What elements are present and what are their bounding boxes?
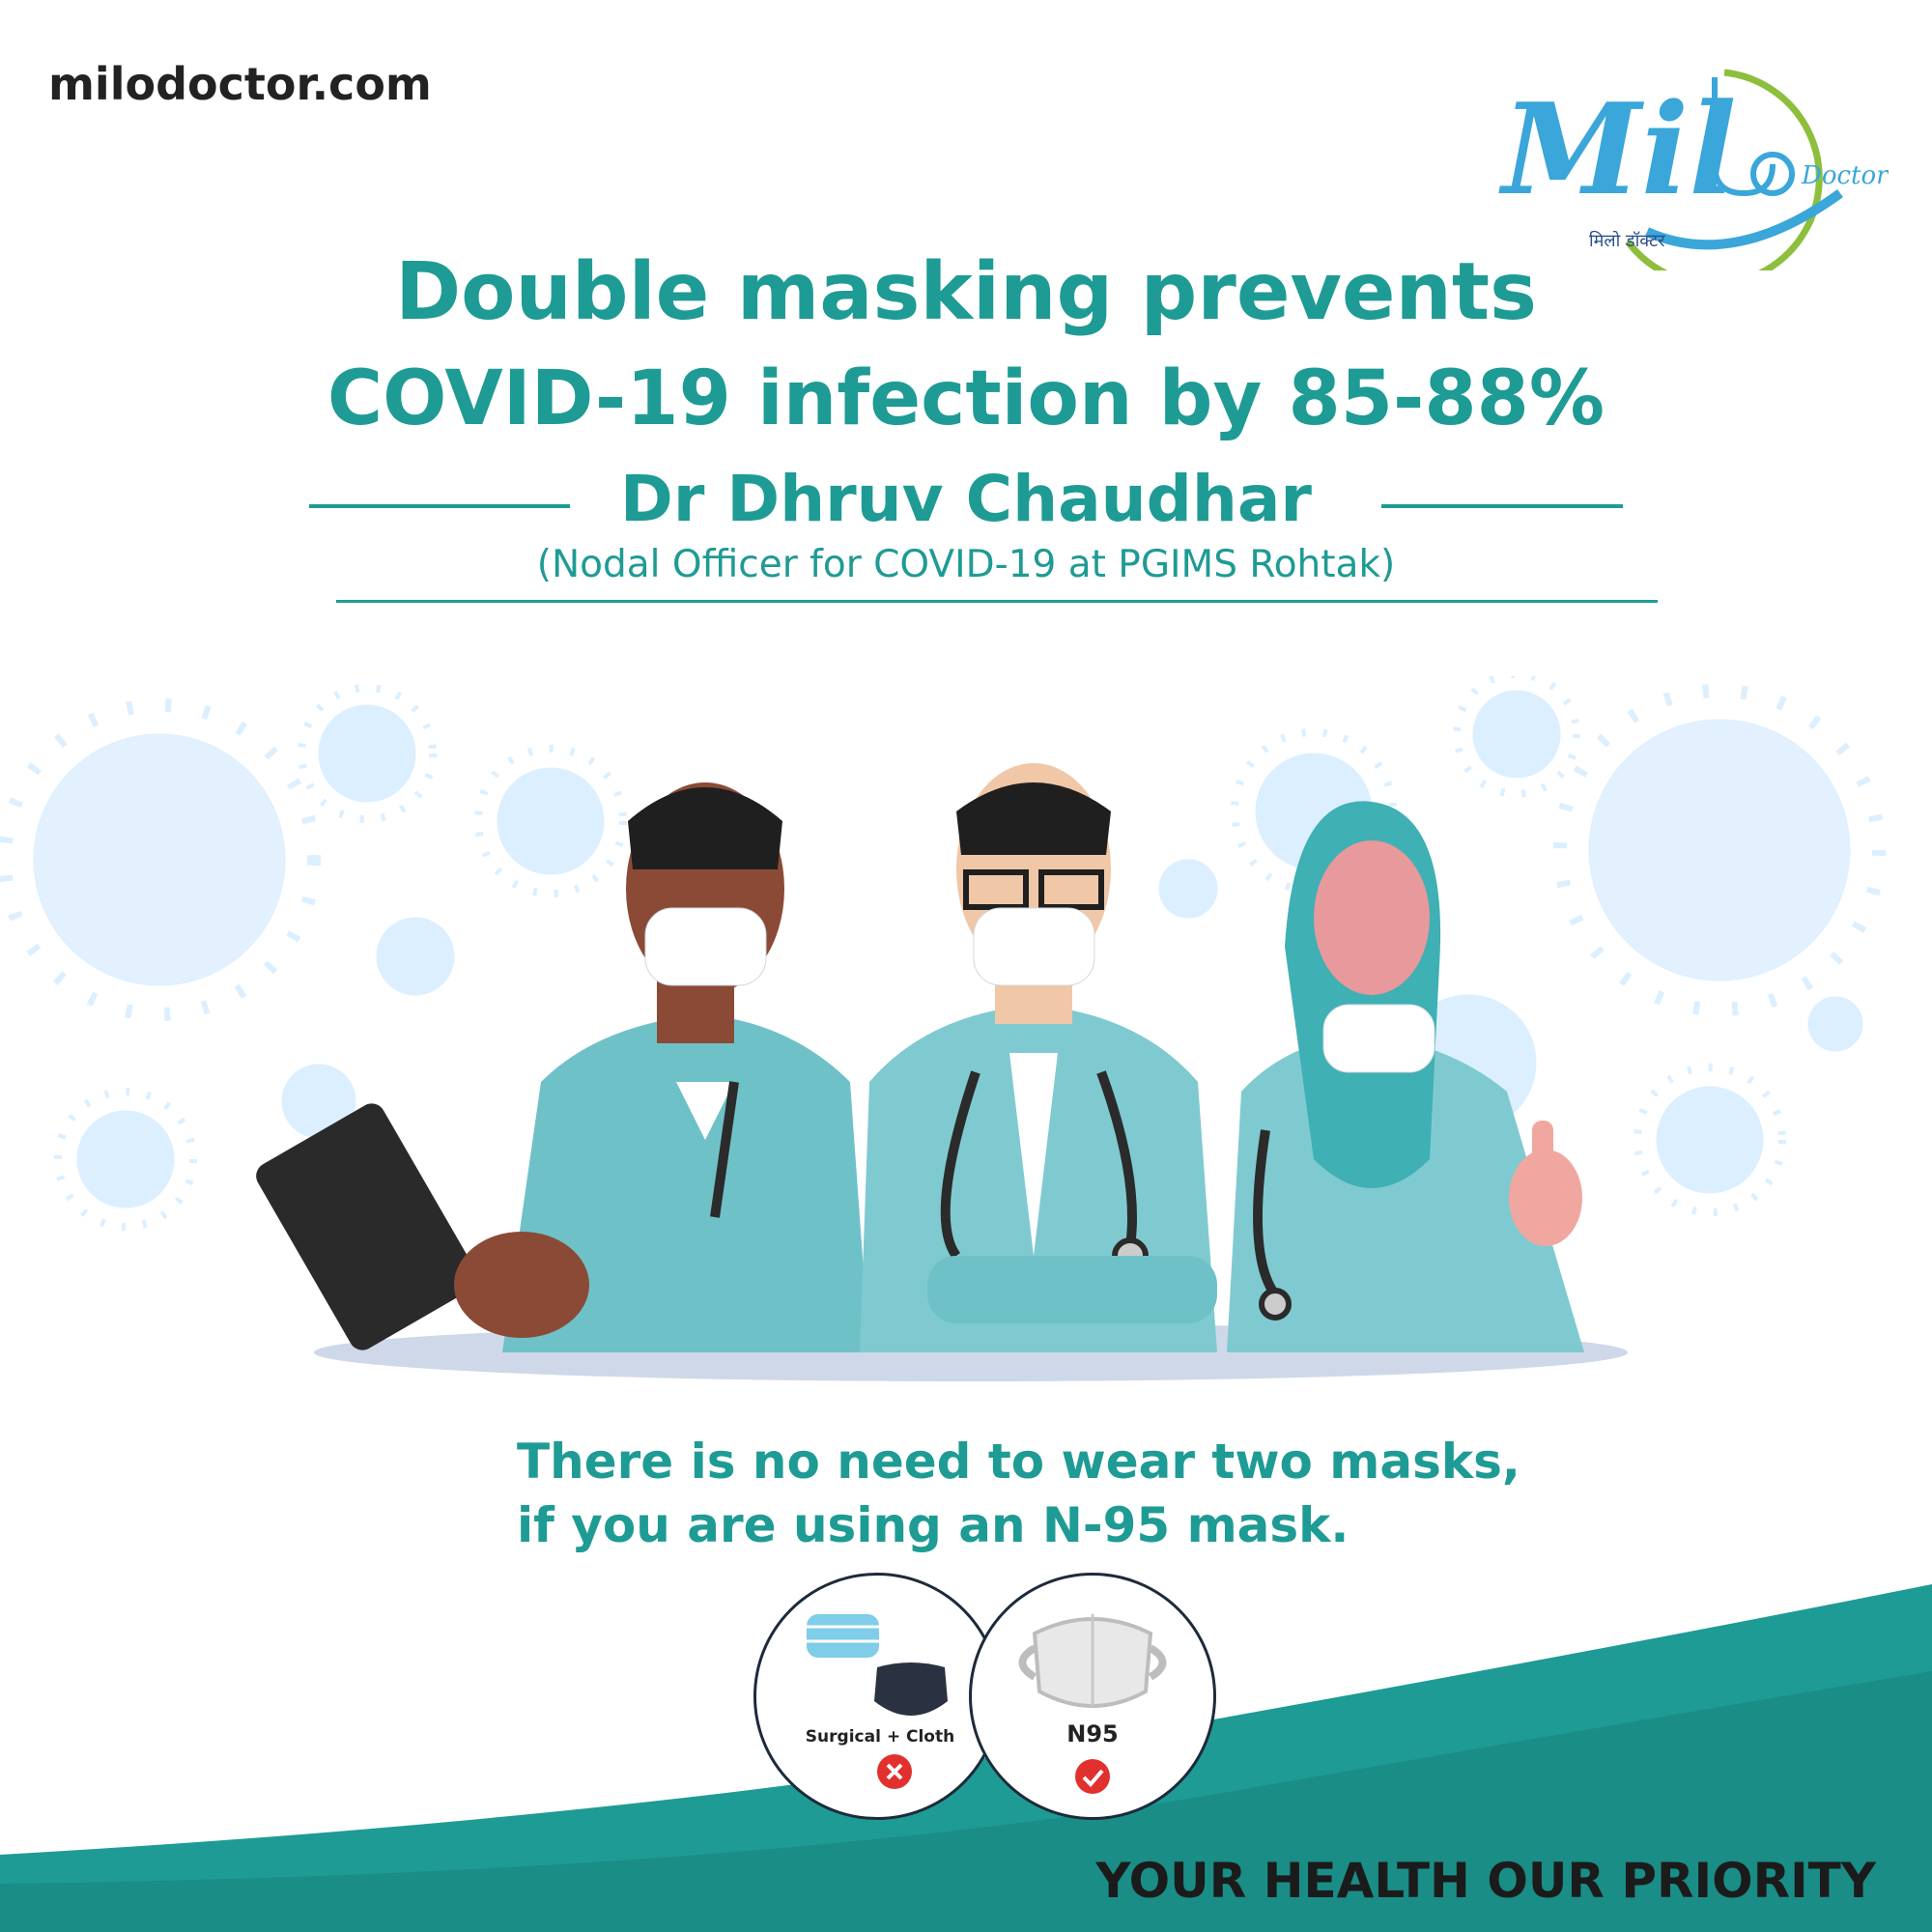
n95-card: N95 bbox=[969, 1573, 1216, 1820]
author-rule-right bbox=[1381, 504, 1623, 508]
tip-line-2: if you are using an N-95 mask. bbox=[517, 1497, 1350, 1553]
headline-line-1: Double masking prevents bbox=[395, 246, 1537, 338]
n95-label: N95 bbox=[1066, 1720, 1119, 1747]
check-icon bbox=[1075, 1759, 1110, 1794]
milodoctor-logo: Mil Doctor मिलो डॉक्टर bbox=[1498, 69, 1889, 270]
surgical-cloth-label: Surgical + Cloth bbox=[805, 1727, 955, 1747]
svg-text:Mil: Mil bbox=[1498, 75, 1737, 223]
n95-tip: There is no need to wear two masks, if y… bbox=[517, 1430, 1520, 1557]
doctors-illustration bbox=[0, 676, 1886, 1381]
author-role: (Nodal Officer for COVID-19 at PGIMS Roh… bbox=[536, 543, 1396, 586]
cloth-mask-icon bbox=[874, 1662, 948, 1716]
site-url: milodoctor.com bbox=[48, 58, 432, 110]
tip-line-1: There is no need to wear two masks, bbox=[517, 1434, 1520, 1490]
author-row: Dr Dhruv Chaudhar bbox=[309, 462, 1623, 549]
author-name: Dr Dhruv Chaudhar bbox=[620, 462, 1312, 536]
surgical-cloth-card: Surgical + Cloth bbox=[753, 1573, 1001, 1820]
svg-text:Doctor: Doctor bbox=[1801, 161, 1889, 190]
doctor-center bbox=[860, 763, 1217, 1352]
footer-tagline: YOUR HEALTH OUR PRIORITY bbox=[1095, 1853, 1876, 1909]
cross-icon bbox=[877, 1754, 912, 1789]
headline-line-2: COVID-19 infection by 85-88% bbox=[327, 355, 1605, 442]
divider bbox=[336, 600, 1658, 603]
mask-comparison: Surgical + Cloth N95 bbox=[753, 1573, 1217, 1824]
